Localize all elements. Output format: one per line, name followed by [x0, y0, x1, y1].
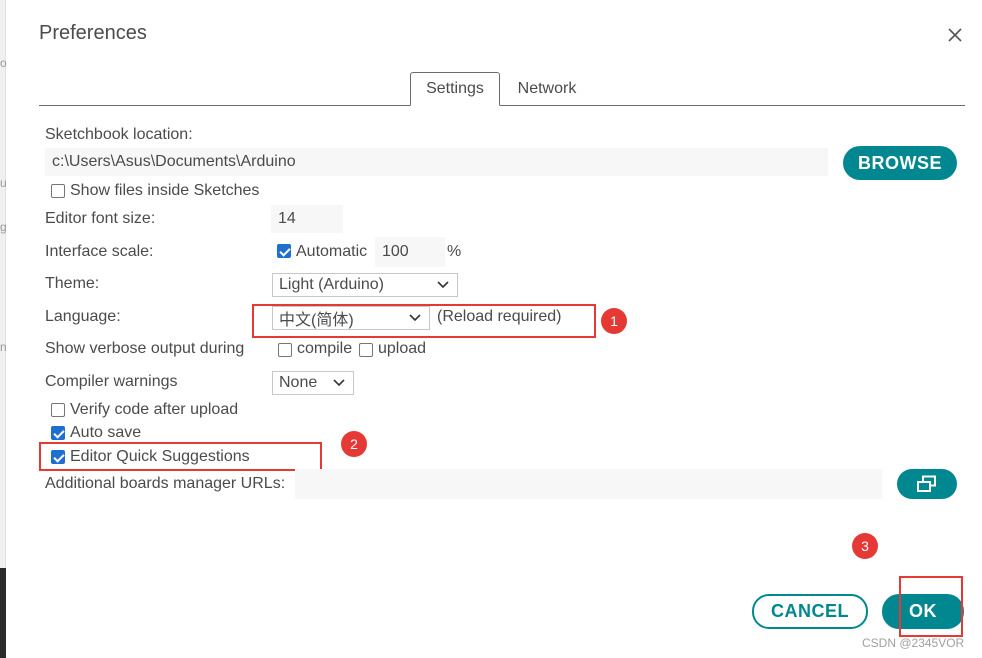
verbose-compile-checkbox[interactable]	[278, 343, 292, 357]
boards-url-input[interactable]	[295, 469, 882, 499]
show-files-label: Show files inside Sketches	[70, 182, 260, 199]
show-files-checkbox[interactable]	[51, 184, 65, 198]
boards-url-edit-button[interactable]	[897, 469, 957, 499]
boards-url-label: Additional boards manager URLs:	[45, 475, 286, 492]
cancel-button[interactable]: CANCEL	[752, 594, 868, 629]
tab-settings[interactable]: Settings	[410, 72, 500, 106]
verbose-upload-checkbox[interactable]	[359, 343, 373, 357]
verbose-label: Show verbose output during	[45, 340, 245, 357]
chevron-down-icon	[437, 281, 449, 289]
verify-label: Verify code after upload	[70, 401, 239, 418]
verbose-upload-label: upload	[378, 340, 427, 357]
browse-button[interactable]: BROWSE	[843, 146, 957, 180]
scale-automatic-checkbox[interactable]	[277, 244, 291, 258]
autosave-label: Auto save	[70, 424, 142, 441]
compiler-warnings-label: Compiler warnings	[45, 373, 178, 390]
theme-label: Theme:	[45, 275, 100, 292]
interface-scale-label: Interface scale:	[45, 243, 154, 260]
compiler-warnings-select[interactable]: None	[272, 371, 354, 395]
annotation-badge-2: 2	[341, 431, 367, 457]
sketchbook-label: Sketchbook location:	[45, 126, 193, 143]
font-size-input[interactable]: 14	[271, 205, 343, 233]
annotation-box-language	[252, 304, 596, 338]
scale-unit: %	[447, 243, 462, 260]
font-size-label: Editor font size:	[45, 210, 156, 227]
watermark: CSDN @2345VOR	[862, 636, 965, 650]
annotation-box-quick-suggestions	[39, 442, 322, 471]
annotation-badge-3: 3	[852, 533, 878, 559]
compiler-warnings-value: None	[279, 374, 318, 391]
dialog-title: Preferences	[39, 22, 147, 44]
scale-input[interactable]: 100	[375, 237, 445, 267]
verify-checkbox[interactable]	[51, 403, 65, 417]
scale-automatic-label: Automatic	[296, 243, 368, 260]
theme-value: Light (Arduino)	[279, 276, 384, 293]
annotation-badge-1: 1	[601, 308, 627, 334]
background-window-edge: o u g n	[0, 0, 7, 658]
close-icon[interactable]	[944, 24, 966, 46]
tabs-divider	[39, 105, 965, 106]
language-label: Language:	[45, 308, 121, 325]
theme-select[interactable]: Light (Arduino)	[272, 273, 458, 297]
chevron-down-icon	[333, 379, 345, 387]
open-window-icon	[917, 475, 936, 492]
verbose-compile-label: compile	[297, 340, 353, 357]
sketchbook-input[interactable]: c:\Users\Asus\Documents\Arduino	[45, 148, 828, 176]
annotation-box-ok	[899, 576, 963, 637]
tab-network[interactable]: Network	[506, 72, 588, 106]
autosave-checkbox[interactable]	[51, 426, 65, 440]
